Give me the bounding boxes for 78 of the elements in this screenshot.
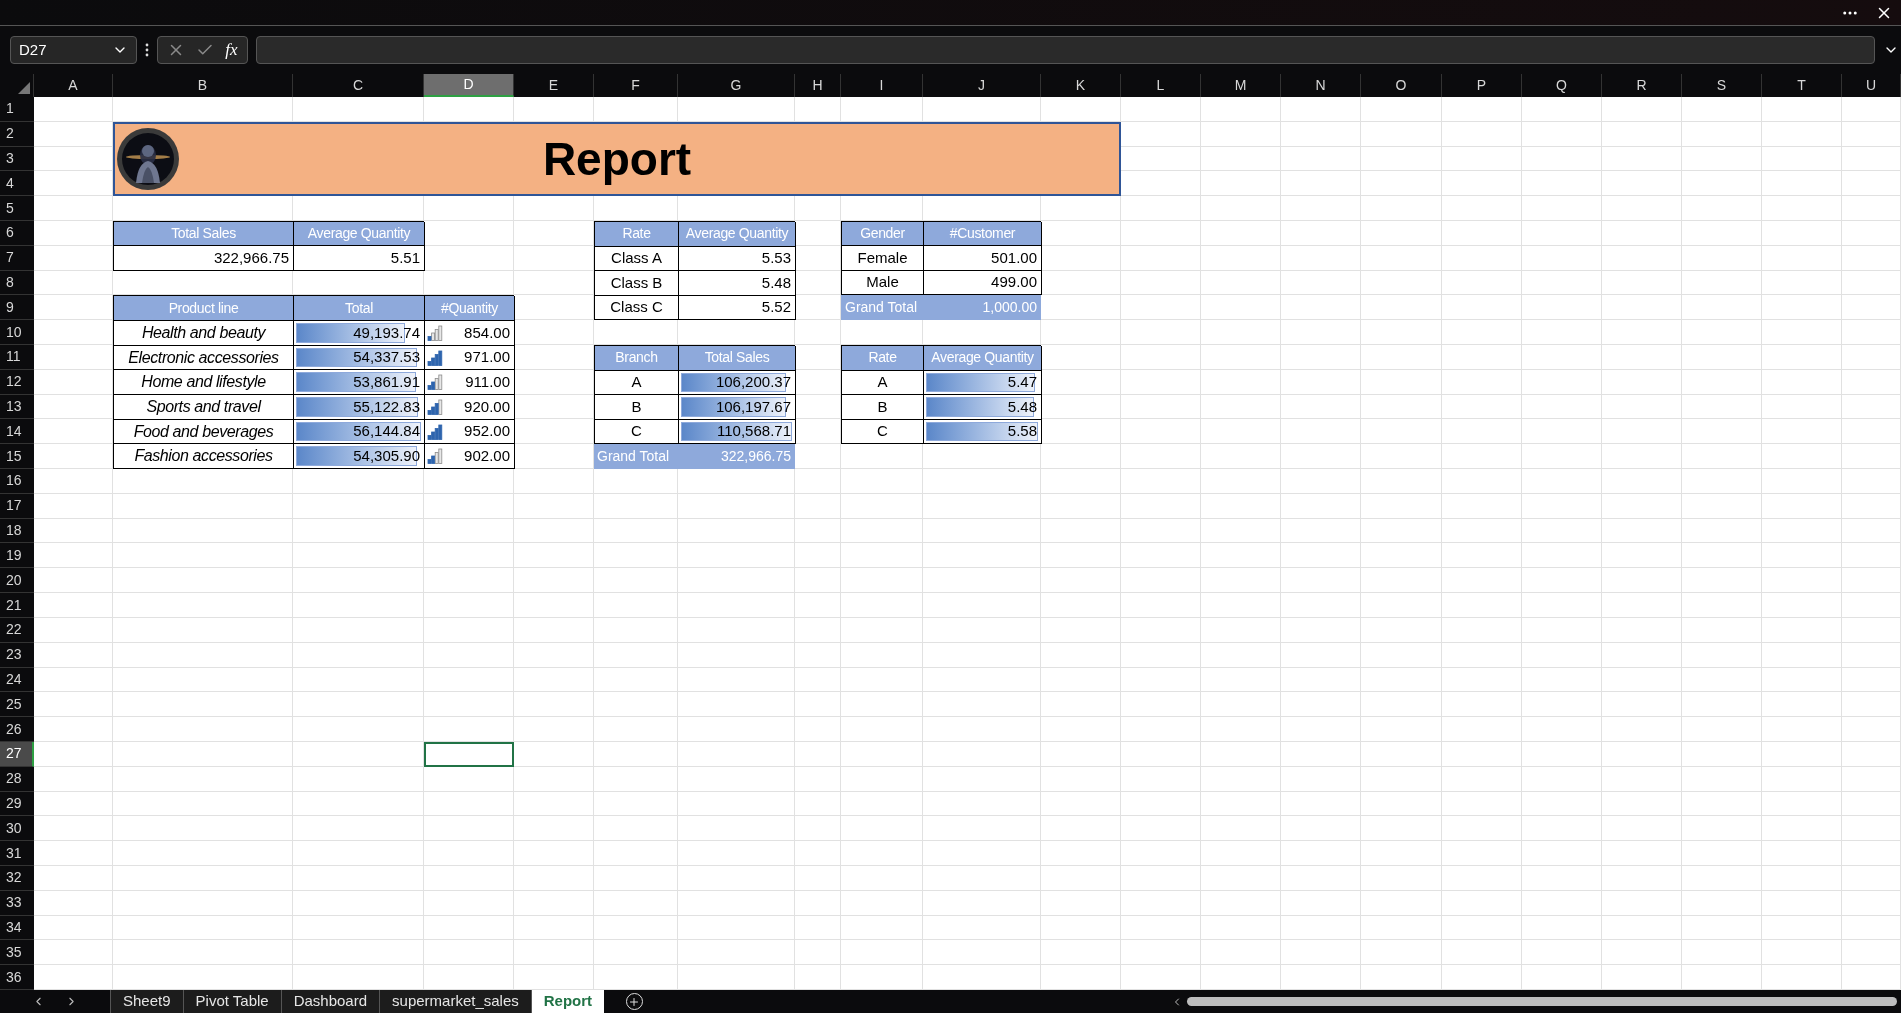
cell-value: 106,197.67 [715,396,791,417]
sheet-tab[interactable]: supermarket_sales [379,990,531,1013]
sheet-tab[interactable]: Sheet9 [110,990,183,1013]
cell-value: 5.47 [1007,372,1037,393]
table-cell: Food and beverages [114,419,294,445]
sheet-tab[interactable]: Pivot Table [182,990,281,1013]
cell-value: 854.00 [464,322,510,343]
row-header[interactable]: 27 [0,741,34,767]
grand-total-value: 1,000.00 [923,295,1041,321]
table-cell: Sports and travel [114,395,294,420]
empty-level-bars [434,448,443,465]
table-cell: Class C [595,295,679,321]
sheet-tab[interactable]: Dashboard [280,990,380,1013]
cell-value: 56,144.84 [353,421,420,442]
header-cell: Total [294,296,425,322]
table-cell: Health and beauty [114,321,294,346]
header-cell: Total Sales [114,222,294,247]
corner-triangle-icon[interactable] [18,82,30,94]
table-cell: Class B [595,271,679,296]
table-cell: Male [842,270,924,296]
table-cell: 322,966.75 [114,246,294,271]
selected-cell[interactable] [424,741,514,767]
cell-value: 54,337.53 [353,347,420,368]
header-cell: Average Quantity [294,222,425,247]
header-cell: Average Quantity [924,346,1042,371]
header-cell: #Customer [924,222,1042,247]
header-cell: Product line [114,296,294,322]
cell-value: 952.00 [464,421,510,442]
table-cell: C [842,419,924,445]
name-box[interactable]: D27 [10,36,137,64]
empty-level-bars [438,399,443,415]
header-cell: Rate [842,346,924,371]
table-cell: Class A [595,246,679,272]
table-cell: B [595,395,679,420]
table-cell: A [842,370,924,396]
cell-value: 55,122.83 [353,396,420,417]
insert-function-button[interactable]: fx [225,37,238,63]
formula-field[interactable] [256,36,1875,64]
table-cell: 5.53 [679,246,796,272]
header-cell: Branch [595,346,679,371]
table-cell: Fashion accessories [114,444,294,470]
cell-value: 902.00 [464,446,510,466]
table-cell: A [595,370,679,396]
cell-value: 54,305.90 [353,446,420,466]
cell-value: 5.58 [1007,421,1037,442]
empty-level-bars [434,374,443,391]
column-header[interactable]: D [424,74,514,97]
header-cell: Rate [595,222,679,247]
table-cell: 499.00 [924,270,1042,296]
table-cell: 5.48 [679,271,796,296]
cell-reference: D27 [19,39,47,60]
table-cell: B [842,395,924,420]
grand-total-value: 322,966.75 [678,444,795,470]
table-cell: 501.00 [924,246,1042,271]
grand-total-label: Grand Total [841,295,923,321]
sheet-tab[interactable]: Report [530,990,605,1013]
cell-value: 53,861.91 [353,372,420,392]
table-cell: Electronic accessories [114,345,294,371]
horizontal-scrollbar[interactable] [1187,997,1897,1006]
cell-value: 911.00 [465,372,510,392]
header-cell: Gender [842,222,924,247]
table-cell: C [595,419,679,445]
header-cell: Total Sales [679,346,796,371]
empty-level-bars [431,325,443,341]
table-cell: Home and lifestyle [114,370,294,396]
header-cell: Average Quantity [679,222,796,247]
table-cell: 5.51 [294,246,425,271]
cell-value: 110,568.71 [717,421,791,442]
cell-value: 49,193.74 [353,322,420,343]
table-cell: Female [842,246,924,271]
table-cell: 5.52 [679,295,796,321]
cell-value: 920.00 [464,396,510,417]
cell-value: 971.00 [464,347,510,368]
cell-value: 106,200.37 [715,372,791,393]
cell-value: 5.48 [1007,396,1037,417]
header-cell: #Quantity [425,296,515,322]
grand-total-label: Grand Total [594,444,678,470]
vertical-dots-icon[interactable] [145,43,149,57]
